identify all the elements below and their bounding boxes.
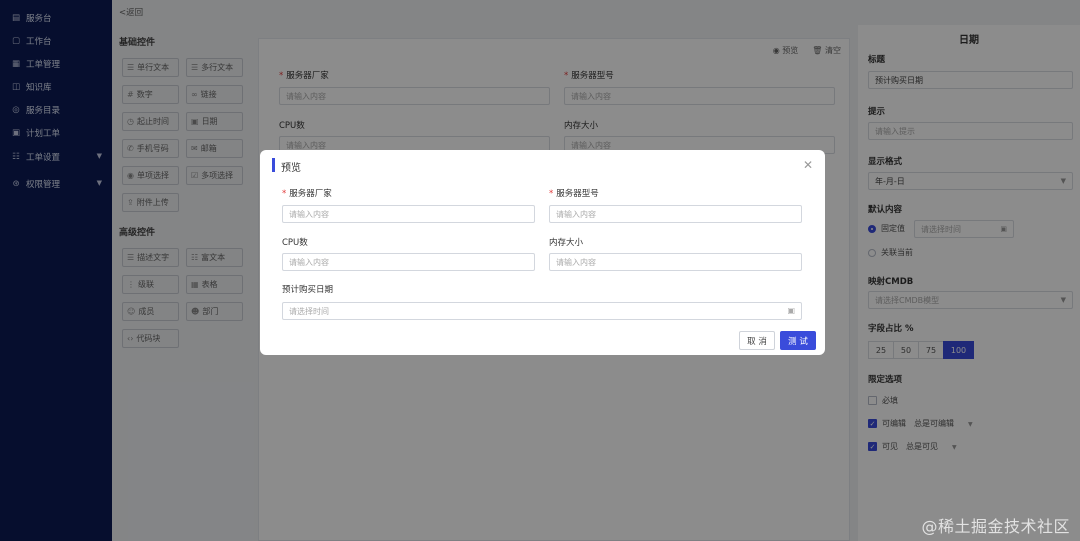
preview-modal: 预览 ✕ * 服务器厂家 请输入内容 * 服务器型号 请输入内容 CPU数 请输入内… (260, 150, 825, 355)
close-icon[interactable]: ✕ (803, 158, 813, 172)
field-label: * 服务器型号 (549, 189, 599, 199)
modal-title: 预览 (281, 163, 301, 174)
model-input[interactable]: 请输入内容 (549, 205, 802, 223)
required-mark: * (282, 189, 287, 199)
cpu-input[interactable]: 请输入内容 (282, 253, 535, 271)
test-button[interactable]: 测 试 (780, 331, 816, 350)
field-label: 预计购买日期 (282, 285, 334, 295)
memory-input[interactable]: 请输入内容 (549, 253, 802, 271)
cancel-button[interactable]: 取 消 (739, 331, 775, 350)
title-accent-bar (272, 158, 275, 172)
vendor-input[interactable]: 请输入内容 (282, 205, 535, 223)
calendar-icon: ▣ (787, 306, 795, 315)
required-mark: * (549, 189, 554, 199)
watermark: @稀土掘金技术社区 (921, 517, 1070, 536)
field-label: CPU数 (282, 238, 308, 248)
field-label: * 服务器厂家 (282, 189, 332, 199)
purchase-date-input[interactable]: 请选择时间 ▣ (282, 302, 802, 320)
field-label: 内存大小 (549, 238, 584, 248)
